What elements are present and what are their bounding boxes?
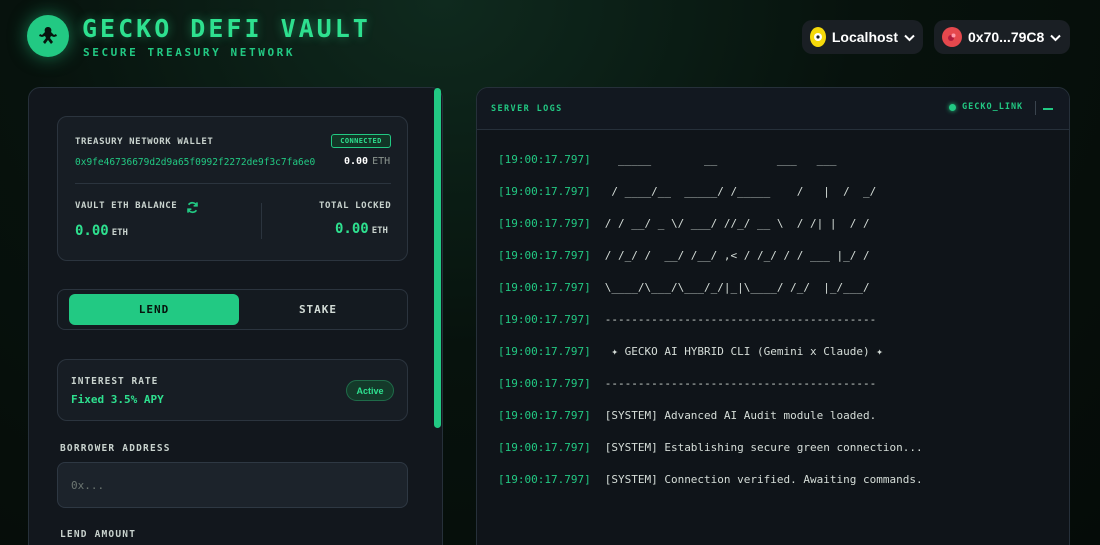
link-label: GECKO_LINK <box>962 102 1024 112</box>
log-line: [19:00:17.797] --------------------------… <box>498 376 1058 408</box>
wallet-label: TREASURY NETWORK WALLET <box>75 137 214 147</box>
link-status: GECKO_LINK <box>949 102 1023 112</box>
network-icon <box>810 27 826 47</box>
connection-status-badge: CONNECTED <box>331 134 391 148</box>
log-message: ✦ GECKO AI HYBRID CLI (Gemini x Claude) … <box>604 345 883 358</box>
chevron-down-icon <box>1050 29 1062 45</box>
log-timestamp: [19:00:17.797] <box>498 153 591 166</box>
divider <box>75 183 391 184</box>
tab-stake[interactable]: STAKE <box>233 294 403 325</box>
log-message: / ____/__ _____/ /_____ / | / _/ <box>604 185 877 198</box>
log-list: [19:00:17.797] _____ __ ___ ___ [19:00:17… <box>498 152 1058 504</box>
log-line: [19:00:17.797] \____/\___/\___/_/|_|\____… <box>498 280 1058 312</box>
log-line: [19:00:17.797] [SYSTEM] Establishing secu… <box>498 440 1058 472</box>
log-line: [19:00:17.797] [SYSTEM] Connection verifi… <box>498 472 1058 504</box>
log-timestamp: [19:00:17.797] <box>498 377 591 390</box>
log-line: [19:00:17.797] ✦ GECKO AI HYBRID CLI (Ge… <box>498 344 1058 376</box>
network-selector[interactable]: Localhost <box>802 20 923 54</box>
log-message: ----------------------------------------… <box>604 377 877 390</box>
wallet-card: TREASURY NETWORK WALLET CONNECTED 0x9fe4… <box>57 116 408 261</box>
refresh-icon[interactable] <box>186 199 199 218</box>
logs-title: SERVER LOGS <box>491 104 563 114</box>
account-selector[interactable]: 0x70...79C8 <box>934 20 1070 54</box>
tab-lend[interactable]: LEND <box>69 294 239 325</box>
total-locked-value: 0.00 ETH <box>335 221 388 237</box>
scrollbar[interactable] <box>434 88 441 428</box>
log-timestamp: [19:00:17.797] <box>498 217 591 230</box>
log-message: ----------------------------------------… <box>604 313 877 326</box>
app-title: GECKO DEFI VAULT <box>82 14 371 43</box>
log-line: [19:00:17.797] --------------------------… <box>498 312 1058 344</box>
log-message: [SYSTEM] Connection verified. Awaiting c… <box>604 473 923 486</box>
log-line: [19:00:17.797] / ____/__ _____/ /_____ /… <box>498 184 1058 216</box>
log-timestamp: [19:00:17.797] <box>498 281 591 294</box>
log-message: [SYSTEM] Establishing secure green conne… <box>604 441 923 454</box>
vault-panel: TREASURY NETWORK WALLET CONNECTED 0x9fe4… <box>28 87 443 545</box>
wallet-eth-balance: 0.00 ETH <box>344 156 391 167</box>
interest-rate-label: INTEREST RATE <box>71 376 159 387</box>
log-timestamp: [19:00:17.797] <box>498 313 591 326</box>
app-subtitle: SECURE TREASURY NETWORK <box>83 46 296 59</box>
gecko-logo-icon <box>27 15 69 57</box>
account-label: 0x70...79C8 <box>968 29 1045 45</box>
interest-rate-value: Fixed 3.5% APY <box>71 393 164 406</box>
log-message: / / __/ _ \/ ___/ //_/ __ \ / /| | / / <box>604 217 870 230</box>
logs-header: SERVER LOGS GECKO_LINK <box>477 88 1069 130</box>
server-logs-panel: SERVER LOGS GECKO_LINK [19:00:17.797] __… <box>476 87 1070 545</box>
status-badge: Active <box>346 380 394 401</box>
chevron-down-icon <box>904 29 915 45</box>
log-line: [19:00:17.797] _____ __ ___ ___ <box>498 152 1058 184</box>
log-timestamp: [19:00:17.797] <box>498 441 591 454</box>
status-dot-icon <box>949 103 956 111</box>
log-message: _____ __ ___ ___ <box>604 153 837 166</box>
log-timestamp: [19:00:17.797] <box>498 473 591 486</box>
log-line: [19:00:17.797] [SYSTEM] Advanced AI Audit… <box>498 408 1058 440</box>
account-avatar-icon <box>942 27 962 47</box>
interest-rate-card: INTEREST RATE Fixed 3.5% APY Active <box>57 359 408 421</box>
vault-balance-label: VAULT ETH BALANCE <box>75 201 178 211</box>
total-locked-label: TOTAL LOCKED <box>319 201 392 211</box>
log-timestamp: [19:00:17.797] <box>498 249 591 262</box>
network-label: Localhost <box>831 29 898 45</box>
divider <box>1035 101 1036 115</box>
log-message: \____/\___/\___/_/|_|\____/ /_/ |_/___/ <box>604 281 870 294</box>
wallet-address: 0x9fe46736679d2d9a65f0992f2272de9f3c7fa6… <box>75 157 316 168</box>
lend-amount-label: LEND AMOUNT <box>60 529 137 540</box>
mode-tabs: LEND STAKE <box>57 289 408 330</box>
borrower-address-input[interactable] <box>57 462 408 508</box>
minimize-icon[interactable] <box>1043 108 1053 110</box>
divider <box>261 203 262 239</box>
borrower-address-label: BORROWER ADDRESS <box>60 443 171 454</box>
log-message: [SYSTEM] Advanced AI Audit module loaded… <box>604 409 877 422</box>
log-line: [19:00:17.797] / /_/ / __/ /__/ ,< / /_/ … <box>498 248 1058 280</box>
log-message: / /_/ / __/ /__/ ,< / /_/ / / ___ |_/ / <box>604 249 870 262</box>
app-header: GECKO DEFI VAULT SECURE TREASURY NETWORK… <box>0 0 1100 80</box>
log-line: [19:00:17.797] / / __/ _ \/ ___/ //_/ __ … <box>498 216 1058 248</box>
log-timestamp: [19:00:17.797] <box>498 409 591 422</box>
log-timestamp: [19:00:17.797] <box>498 345 591 358</box>
log-timestamp: [19:00:17.797] <box>498 185 591 198</box>
vault-eth-balance: 0.00 ETH <box>75 223 128 239</box>
